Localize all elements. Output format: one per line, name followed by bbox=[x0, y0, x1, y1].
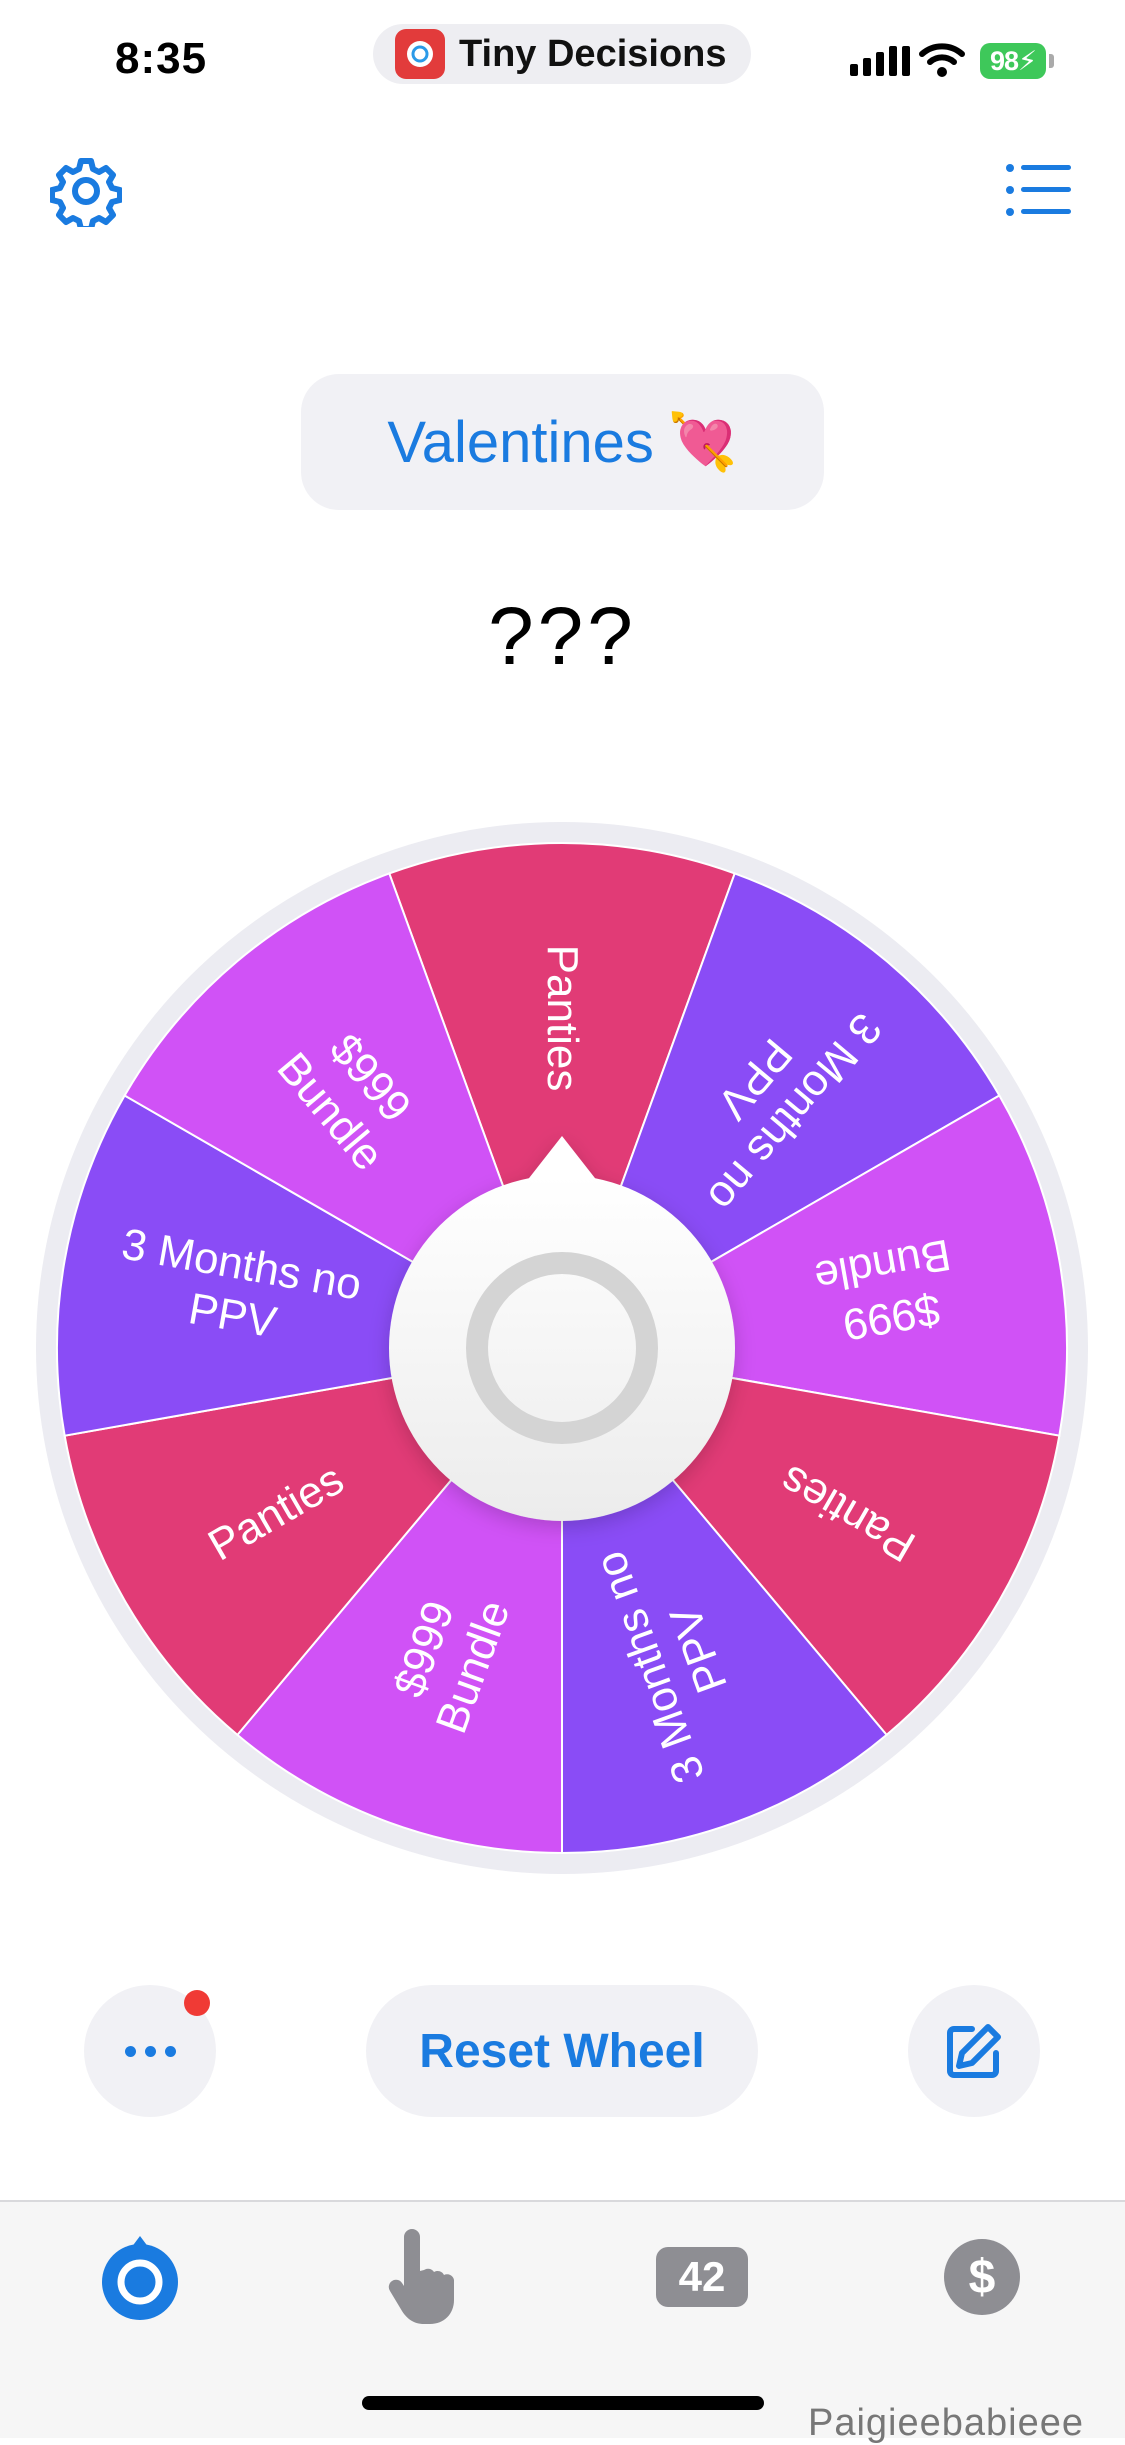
notification-dot bbox=[184, 1990, 210, 2016]
heart-arrow-emoji: 💘 bbox=[667, 410, 738, 473]
edit-icon bbox=[947, 2024, 1001, 2078]
tab-premium[interactable]: $ bbox=[922, 2222, 1042, 2332]
app-name: Tiny Decisions bbox=[459, 32, 727, 75]
cellular-signal-icon bbox=[850, 46, 910, 76]
tab-finger[interactable] bbox=[362, 2222, 482, 2332]
reset-wheel-button[interactable]: Reset Wheel bbox=[366, 1985, 758, 2117]
status-time: 8:35 bbox=[115, 34, 208, 83]
tab-wheel[interactable] bbox=[80, 2222, 200, 2332]
edit-button[interactable] bbox=[908, 1985, 1040, 2117]
pointing-hand-icon bbox=[388, 2229, 454, 2324]
wheel-icon bbox=[102, 2236, 178, 2320]
watermark: Paigieebabieee bbox=[808, 2402, 1085, 2444]
spin-result: ??? bbox=[488, 591, 637, 682]
gear-icon[interactable] bbox=[49, 155, 123, 232]
wifi-icon bbox=[918, 40, 966, 83]
app-indicator-pill[interactable]: Tiny Decisions bbox=[373, 24, 751, 84]
wheel-title-button[interactable]: Valentines 💘 bbox=[301, 374, 824, 510]
dollar-icon: $ bbox=[944, 2239, 1020, 2315]
battery-indicator: 98 ⚡ bbox=[980, 43, 1046, 79]
decision-wheel[interactable]: Panties 3 Months noPPV$999BundlePanties3 … bbox=[0, 790, 1125, 1900]
wheel-title: Valentines bbox=[387, 409, 654, 475]
tab-dice[interactable]: 42 bbox=[642, 2222, 762, 2332]
count-badge: 42 bbox=[656, 2247, 748, 2307]
app-icon bbox=[395, 29, 445, 79]
battery-tip bbox=[1049, 54, 1054, 68]
wheel-segment-label: Panties bbox=[538, 945, 587, 1092]
list-icon[interactable] bbox=[1005, 160, 1073, 220]
home-indicator[interactable] bbox=[362, 2396, 764, 2410]
